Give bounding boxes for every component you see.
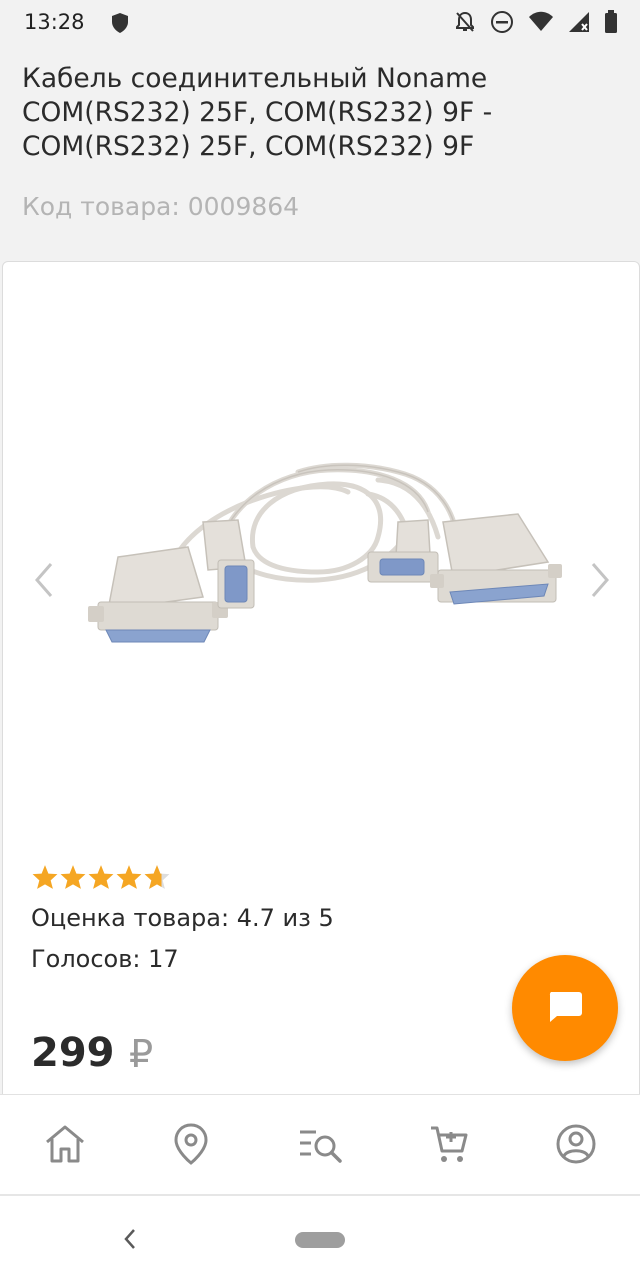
star-icon (31, 864, 59, 894)
bottom-navigation (0, 1094, 640, 1195)
rating-text: Оценка товара: 4.7 из 5 (31, 904, 334, 932)
wifi-icon (528, 11, 554, 37)
home-icon (43, 1122, 87, 1170)
product-code: Код товара: 0009864 (22, 192, 300, 221)
nav-stores[interactable] (166, 1121, 216, 1171)
votes-count: Голосов: 17 (31, 945, 179, 973)
back-icon[interactable] (118, 1224, 142, 1258)
home-pill[interactable] (295, 1232, 345, 1248)
status-icons (454, 10, 618, 38)
star-icon (115, 864, 143, 894)
rating-stars (31, 864, 171, 894)
do-not-disturb-icon (490, 10, 514, 38)
star-icon (59, 864, 87, 894)
star-icon (87, 864, 115, 894)
half-star-icon (143, 864, 171, 894)
price-value: 299 (31, 1030, 115, 1076)
notifications-off-icon (454, 10, 476, 38)
chevron-right-icon[interactable] (579, 560, 619, 600)
chat-button[interactable] (512, 955, 618, 1061)
profile-icon (554, 1122, 598, 1170)
nav-home[interactable] (40, 1121, 90, 1171)
shield-icon (110, 12, 130, 38)
chevron-left-icon[interactable] (25, 560, 65, 600)
nav-cart[interactable] (424, 1121, 474, 1171)
product-header: Кабель соединительный Noname COM(RS232) … (0, 44, 640, 260)
product-image[interactable] (78, 442, 568, 682)
status-bar: 13:28 (0, 0, 640, 44)
chat-icon (545, 986, 585, 1030)
nav-profile[interactable] (551, 1121, 601, 1171)
product-title: Кабель соединительный Noname COM(RS232) … (22, 63, 493, 162)
system-navigation-bar (0, 1194, 640, 1282)
catalog-search-icon (296, 1122, 344, 1170)
signal-icon (568, 11, 590, 37)
cart-icon (427, 1122, 471, 1170)
battery-icon (604, 10, 618, 38)
status-time: 13:28 (24, 10, 85, 34)
nav-catalog[interactable] (295, 1121, 345, 1171)
location-pin-icon (171, 1122, 211, 1170)
currency-symbol: ₽ (129, 1032, 154, 1076)
